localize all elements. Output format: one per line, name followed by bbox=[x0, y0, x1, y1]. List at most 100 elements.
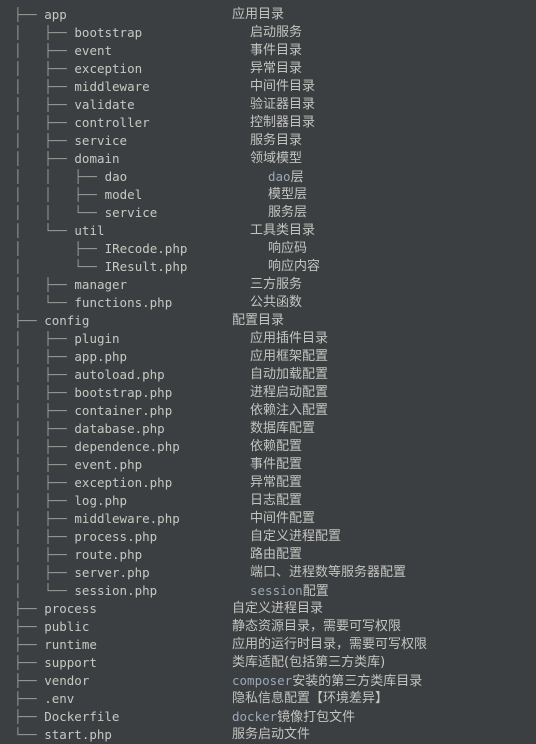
tree-branch-glyph: │ ├── bbox=[14, 25, 75, 40]
tree-node-name: autoload.php bbox=[74, 367, 165, 382]
tree-row: │ ├── event 事件目录 bbox=[0, 42, 536, 60]
tree-node-description: 类库适配(包括第三方类库) bbox=[232, 655, 386, 670]
tree-node-name: IResult.php bbox=[104, 259, 188, 274]
tree-branch-glyph: │ ├── bbox=[14, 547, 75, 562]
tree-node-name: app bbox=[44, 7, 67, 22]
tree-branch-glyph: │ ├── bbox=[14, 61, 75, 76]
tree-row: │ └── session.php session配置 bbox=[0, 582, 536, 600]
tree-branch-glyph: │ ├── bbox=[14, 79, 75, 94]
description-mono-token: dao bbox=[268, 169, 291, 184]
tree-node-name: server.php bbox=[74, 565, 150, 580]
tree-node-name: route.php bbox=[74, 547, 143, 562]
tree-branch-glyph: │ │ └── bbox=[14, 205, 105, 220]
tree-node-name: session.php bbox=[74, 583, 158, 598]
tree-branch-glyph: │ ├── bbox=[14, 493, 75, 508]
tree-node-description: 自定义进程目录 bbox=[232, 601, 324, 616]
tree-row: │ ├── dependence.php 依赖配置 bbox=[0, 438, 536, 456]
tree-node-name: service bbox=[74, 133, 128, 148]
tree-branch-glyph: │ ├── bbox=[14, 457, 75, 472]
tree-node-name: model bbox=[104, 187, 143, 202]
tree-node-description: 模型层 bbox=[268, 187, 308, 202]
tree-row: │ ├── autoload.php 自动加载配置 bbox=[0, 366, 536, 384]
tree-row: │ │ └── service 服务层 bbox=[0, 204, 536, 222]
description-mono-token: composer bbox=[232, 673, 293, 688]
tree-row: │ │ ├── model 模型层 bbox=[0, 186, 536, 204]
tree-node-name: dao bbox=[104, 169, 128, 184]
tree-row: │ ├── exception.php 异常配置 bbox=[0, 474, 536, 492]
tree-node-description: 中间件目录 bbox=[250, 79, 316, 94]
tree-node-description: 数据库配置 bbox=[250, 421, 316, 436]
tree-branch-glyph: │ ├── bbox=[14, 241, 105, 256]
tree-node-description: 静态资源目录，需要可写权限 bbox=[232, 619, 402, 634]
tree-node-name: process.php bbox=[74, 529, 158, 544]
description-mono-token: session bbox=[250, 583, 303, 598]
tree-node-name: validate bbox=[74, 97, 135, 112]
tree-node-description: 服务目录 bbox=[250, 133, 303, 148]
tree-branch-glyph: │ └── bbox=[14, 295, 75, 310]
tree-node-name: IRecode.php bbox=[104, 241, 188, 256]
tree-node-description: 配置目录 bbox=[232, 313, 285, 328]
tree-node-description: docker镜像打包文件 bbox=[232, 708, 355, 727]
tree-node-description: 事件配置 bbox=[250, 457, 303, 472]
tree-node-name: .env bbox=[44, 691, 75, 706]
tree-row: │ ├── log.php 日志配置 bbox=[0, 492, 536, 510]
tree-node-name: bootstrap bbox=[74, 25, 143, 40]
tree-node-description: 中间件配置 bbox=[250, 511, 316, 526]
tree-branch-glyph: │ ├── bbox=[14, 331, 75, 346]
tree-row: │ ├── domain 领域模型 bbox=[0, 150, 536, 168]
tree-node-name: domain bbox=[74, 151, 120, 166]
tree-node-name: event bbox=[74, 43, 113, 58]
tree-row: │ │ ├── dao dao层 bbox=[0, 168, 536, 186]
tree-node-description: 控制器目录 bbox=[250, 115, 316, 130]
tree-branch-glyph: └── bbox=[14, 727, 45, 742]
tree-row: │ ├── event.php 事件配置 bbox=[0, 456, 536, 474]
tree-row: │ ├── process.php 自定义进程配置 bbox=[0, 528, 536, 546]
tree-branch-glyph: │ ├── bbox=[14, 97, 75, 112]
tree-branch-glyph: │ ├── bbox=[14, 421, 75, 436]
tree-row: │ ├── plugin 应用插件目录 bbox=[0, 330, 536, 348]
tree-node-description: 端口、进程数等服务器配置 bbox=[250, 565, 407, 580]
tree-branch-glyph: │ ├── bbox=[14, 511, 75, 526]
tree-node-description: 隐私信息配置【环境差异】 bbox=[232, 691, 389, 706]
tree-row: ├── process 自定义进程目录 bbox=[0, 600, 536, 618]
tree-branch-glyph: │ │ ├── bbox=[14, 187, 105, 202]
tree-branch-glyph: │ │ ├── bbox=[14, 169, 105, 184]
tree-branch-glyph: │ ├── bbox=[14, 349, 75, 364]
tree-branch-glyph: ├── bbox=[14, 601, 45, 616]
tree-node-description: 启动服务 bbox=[250, 25, 303, 40]
tree-node-description: dao层 bbox=[268, 168, 304, 187]
tree-row: │ ├── service 服务目录 bbox=[0, 132, 536, 150]
directory-tree: ├── app 应用目录 │ ├── bootstrap 启动服务 │ ├── even… bbox=[0, 0, 536, 742]
tree-row: ├── public 静态资源目录，需要可写权限 bbox=[0, 618, 536, 636]
tree-row: │ ├── IRecode.php 响应码 bbox=[0, 240, 536, 258]
tree-row: │ ├── container.php 依赖注入配置 bbox=[0, 402, 536, 420]
tree-branch-glyph: ├── bbox=[14, 655, 45, 670]
tree-node-name: public bbox=[44, 619, 90, 634]
tree-node-description: 应用的运行时目录，需要可写权限 bbox=[232, 637, 428, 652]
tree-branch-glyph: ├── bbox=[14, 7, 45, 22]
tree-node-name: process bbox=[44, 601, 97, 616]
tree-branch-glyph: ├── bbox=[14, 691, 45, 706]
tree-node-name: vendor bbox=[44, 673, 90, 688]
tree-node-name: config bbox=[44, 313, 90, 328]
tree-branch-glyph: │ ├── bbox=[14, 475, 75, 490]
tree-node-description: 响应码 bbox=[268, 241, 308, 256]
tree-row: │ ├── exception 异常目录 bbox=[0, 60, 536, 78]
tree-node-description: 应用目录 bbox=[232, 7, 285, 22]
tree-row: └── start.php 服务启动文件 bbox=[0, 726, 536, 744]
tree-row: │ ├── server.php 端口、进程数等服务器配置 bbox=[0, 564, 536, 582]
tree-row: │ ├── database.php 数据库配置 bbox=[0, 420, 536, 438]
tree-node-description: 自动加载配置 bbox=[250, 367, 329, 382]
tree-node-name: manager bbox=[74, 277, 128, 292]
tree-node-description: 三方服务 bbox=[250, 277, 303, 292]
tree-branch-glyph: │ ├── bbox=[14, 439, 75, 454]
tree-node-description: 工具类目录 bbox=[250, 223, 316, 238]
description-text: 层 bbox=[290, 170, 304, 185]
tree-node-description: 路由配置 bbox=[250, 547, 303, 562]
description-mono-token: docker bbox=[232, 709, 278, 724]
tree-node-description: 依赖注入配置 bbox=[250, 403, 329, 418]
tree-branch-glyph: │ ├── bbox=[14, 277, 75, 292]
tree-node-description: 验证器目录 bbox=[250, 97, 316, 112]
tree-node-name: middleware bbox=[74, 79, 150, 94]
tree-node-description: 进程启动配置 bbox=[250, 385, 329, 400]
